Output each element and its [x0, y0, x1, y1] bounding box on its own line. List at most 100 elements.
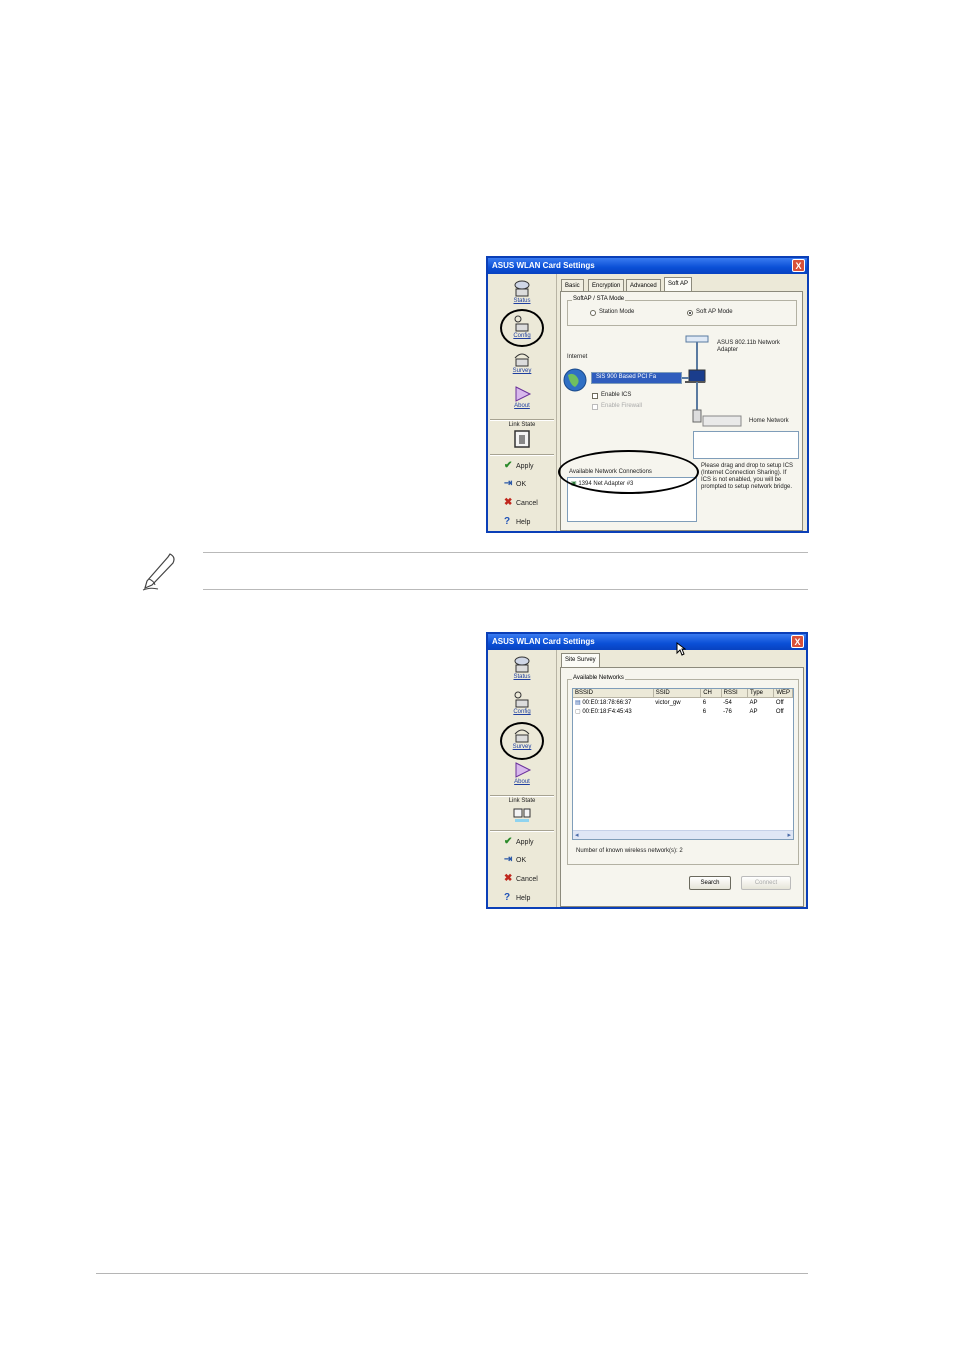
cell-bssid: ▢ 00:E0:18:F4:45:43 [573, 707, 653, 716]
enable-firewall-checkbox[interactable] [592, 404, 598, 410]
survey-content: Site Survey Available Networks BSSID SSI… [558, 652, 804, 907]
cancel-icon: ✖ [504, 497, 513, 508]
scroll-left-arrow-icon[interactable]: ◂ [575, 831, 579, 839]
cell-type: AP [749, 708, 758, 715]
network-table: BSSID SSID CH RSSI Type WEP ▤ 00:E0:18:7… [573, 689, 793, 716]
page-footer-rule [96, 1273, 808, 1274]
scroll-right-arrow-icon[interactable]: ▸ [787, 831, 791, 839]
cell-wep: Off [775, 708, 784, 715]
help-label: Help [516, 895, 531, 902]
horizontal-scrollbar[interactable]: ◂ ▸ [573, 830, 793, 839]
adapter-field[interactable]: SiS 900 Based PCI Fa [591, 372, 682, 384]
help-icon: ? [504, 516, 511, 527]
cancel-icon: ✖ [504, 873, 513, 884]
highlight-survey-oval [500, 722, 544, 760]
nav-about[interactable]: About [492, 761, 552, 785]
apply-icon: ✔ [504, 460, 513, 471]
survey-icon [514, 353, 530, 367]
ok-label: OK [516, 857, 527, 864]
window-title-bar[interactable]: ASUS WLAN Card Settings X [488, 634, 806, 650]
ok-button[interactable]: ⇥ OK [504, 854, 526, 865]
nav-status-label: Status [513, 674, 531, 680]
note-pencil-icon [142, 553, 175, 591]
link-state-icon [514, 430, 530, 448]
enable-firewall-label: Enable Firewall [601, 403, 643, 409]
cell-bssid-value: 00:E0:18:78:66:37 [582, 700, 632, 706]
available-networks-group: Available Networks BSSID SSID CH RSSI Ty… [567, 675, 799, 865]
column-ssid[interactable]: SSID [653, 689, 702, 698]
window-title-bar[interactable]: ASUS WLAN Card Settings X [488, 258, 807, 274]
close-button[interactable]: X [791, 635, 804, 648]
help-button[interactable]: ? Help [504, 516, 530, 527]
network-list[interactable]: BSSID SSID CH RSSI Type WEP ▤ 00:E0:18:7… [572, 688, 794, 840]
about-icon [515, 386, 532, 402]
nav-about-label: About [514, 403, 530, 409]
enable-ics-checkbox[interactable] [592, 393, 598, 399]
home-network-label: Home Network [749, 418, 789, 424]
search-button[interactable]: Search [689, 876, 731, 890]
cell-type: AP [749, 699, 758, 706]
highlight-connections-oval [558, 450, 699, 494]
ok-icon: ⇥ [504, 478, 513, 489]
column-wep[interactable]: WEP [773, 689, 793, 698]
cancel-button[interactable]: ✖ Cancel [504, 873, 538, 884]
tab-site-survey[interactable]: Site Survey [561, 653, 600, 668]
note-top-rule [203, 552, 808, 553]
cancel-label: Cancel [516, 500, 538, 507]
ok-label: OK [516, 481, 527, 488]
close-button[interactable]: X [792, 259, 805, 272]
connect-button[interactable]: Connect [741, 876, 791, 890]
nav-survey-label: Survey [512, 368, 532, 374]
wlan-settings-window-survey: ASUS WLAN Card Settings X Status Config … [486, 632, 808, 909]
window-title: ASUS WLAN Card Settings [492, 261, 595, 270]
wlan-settings-window-softap: ASUS WLAN Card Settings X Status Config … [486, 256, 809, 533]
column-ch[interactable]: CH [700, 689, 722, 698]
link-state-icon [513, 808, 531, 822]
column-type[interactable]: Type [747, 689, 775, 698]
link-state: Link State [492, 422, 552, 448]
help-icon: ? [504, 892, 511, 903]
home-network-list[interactable] [693, 431, 799, 459]
column-rssi[interactable]: RSSI [721, 689, 749, 698]
nav-status[interactable]: Status [492, 656, 552, 680]
table-header-row: BSSID SSID CH RSSI Type WEP [573, 689, 793, 698]
network-ap-icon: ▢ [575, 709, 581, 715]
sidebar: Status Config Survey About Link State ✔ A… [488, 650, 557, 907]
nav-about-label: About [514, 779, 530, 785]
link-state-label: Link State [508, 422, 536, 428]
help-label: Help [516, 519, 531, 526]
cell-rssi: -54 [723, 699, 732, 706]
nav-status[interactable]: Status [492, 280, 552, 304]
column-bssid[interactable]: BSSID [573, 689, 654, 698]
cell-wep: Off [775, 699, 784, 706]
apply-button[interactable]: ✔ Apply [504, 836, 534, 847]
apply-label: Apply [516, 463, 534, 470]
highlight-config-oval [500, 309, 544, 347]
enable-ics-label: Enable ICS [601, 392, 632, 398]
cell-ch: 6 [702, 708, 707, 715]
apply-label: Apply [516, 839, 534, 846]
cell-rssi: -76 [723, 708, 732, 715]
help-button[interactable]: ? Help [504, 892, 530, 903]
about-icon [515, 762, 532, 778]
sidebar-divider [490, 419, 554, 421]
status-icon [514, 656, 530, 673]
access-point-icon [685, 335, 709, 343]
sidebar-divider [490, 830, 554, 832]
sidebar-divider [490, 795, 554, 797]
cell-ssid: victor_gw [655, 699, 681, 706]
nav-about[interactable]: About [492, 385, 552, 409]
cancel-button[interactable]: ✖ Cancel [504, 497, 538, 508]
site-survey-panel: Available Networks BSSID SSID CH RSSI Ty… [560, 667, 804, 907]
table-row[interactable]: ▢ 00:E0:18:F4:45:43 6 -76 AP Off [573, 707, 793, 716]
apply-button[interactable]: ✔ Apply [504, 460, 534, 471]
nav-config[interactable]: Config [492, 691, 552, 715]
table-row[interactable]: ▤ 00:E0:18:78:66:37 victor_gw 6 -54 AP O… [573, 698, 793, 708]
ok-button[interactable]: ⇥ OK [504, 478, 526, 489]
cancel-label: Cancel [516, 876, 538, 883]
nav-config-label: Config [513, 709, 531, 715]
tab-soft-ap[interactable]: Soft AP [664, 277, 693, 292]
cell-ssid [653, 707, 700, 716]
adapter-field-value: SiS 900 Based PCI Fa [596, 374, 657, 380]
nav-survey[interactable]: Survey [492, 350, 552, 374]
